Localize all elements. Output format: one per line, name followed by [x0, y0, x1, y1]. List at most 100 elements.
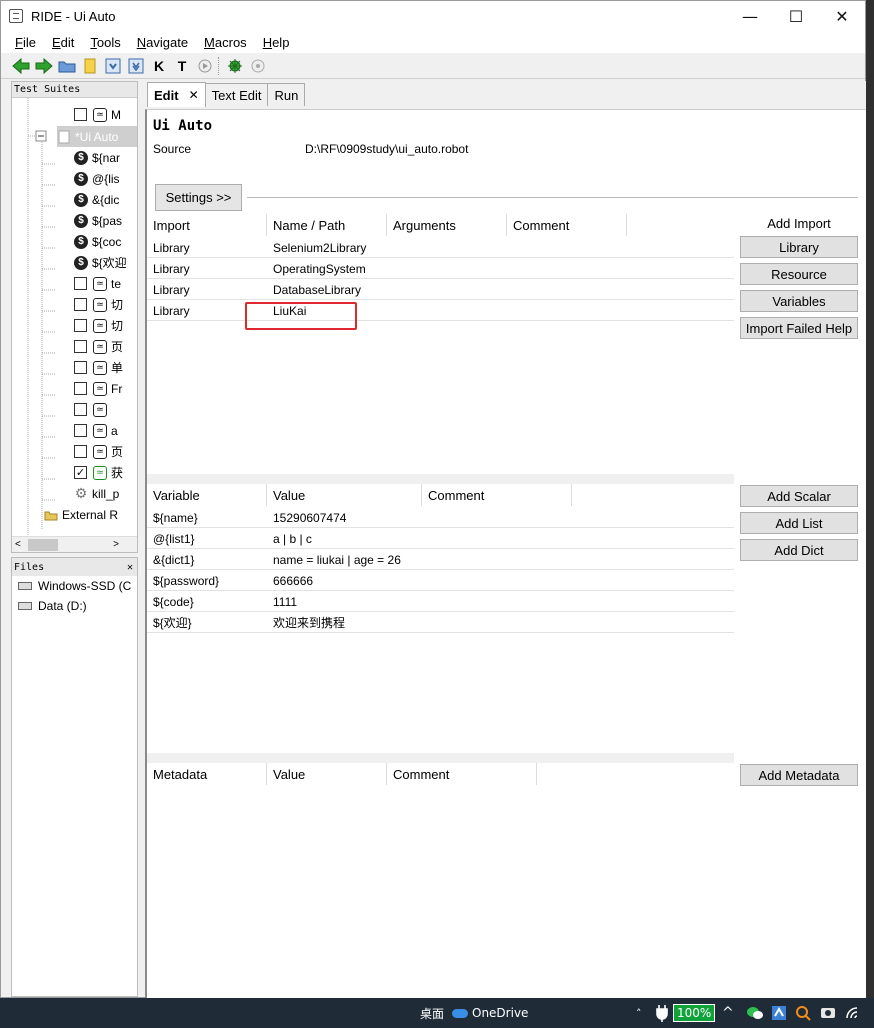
tree-test-case[interactable]: ≃ te	[74, 273, 121, 294]
tree-checkbox[interactable]	[74, 319, 87, 332]
variable-row[interactable]: ${name} 15290607474	[147, 507, 734, 528]
import-failed-help-button[interactable]: Import Failed Help	[740, 317, 858, 339]
drive-item[interactable]: Windows-SSD (C	[12, 576, 137, 596]
menu-help[interactable]: Help	[263, 35, 290, 50]
files-close-icon[interactable]: ✕	[127, 562, 133, 573]
tab-text-edit[interactable]: Text Edit	[204, 83, 269, 106]
col-value: Value	[267, 484, 422, 506]
tree-variable[interactable]: $ @{lis	[74, 168, 120, 189]
scroll-thumb[interactable]	[28, 539, 58, 551]
settings-toggle-button[interactable]: Settings >>	[155, 184, 242, 211]
tree-test-case[interactable]: ≃	[74, 399, 111, 420]
close-button[interactable]: ✕	[819, 1, 865, 31]
tree-test-case[interactable]: ≃ 切	[74, 315, 123, 336]
tree-checkbox[interactable]	[74, 403, 87, 416]
suite-file-icon	[57, 130, 71, 144]
tree-test-case-selected[interactable]: ✓ ≃ 获	[74, 462, 123, 483]
scroll-left-arrow[interactable]: <	[15, 539, 21, 550]
tree-checkbox[interactable]	[74, 382, 87, 395]
run-icon[interactable]	[195, 56, 215, 76]
tab-close-icon[interactable]: ✕	[189, 88, 199, 102]
variables-grid-header: Variable Value Comment	[147, 484, 734, 506]
taskbar-desktop[interactable]: 桌面	[420, 998, 444, 1028]
minimize-button[interactable]: —	[727, 1, 773, 31]
dollar-icon: $	[74, 255, 88, 270]
tab-run[interactable]: Run	[267, 83, 306, 106]
tree-test-case[interactable]: ≃ a	[74, 420, 118, 441]
add-list-button[interactable]: Add List	[740, 512, 858, 534]
forward-arrow-icon[interactable]	[34, 56, 54, 76]
tree-checkbox[interactable]	[74, 340, 87, 353]
onedrive-item[interactable]: OneDrive	[452, 998, 528, 1028]
menu-navigate[interactable]: Navigate	[137, 35, 188, 50]
tab-edit[interactable]: Edit ✕	[147, 82, 206, 107]
import-row[interactable]: Library DatabaseLibrary	[147, 279, 734, 300]
col-name-path: Name / Path	[267, 214, 387, 236]
chevron-up-icon[interactable]: ˄	[636, 998, 642, 1028]
tree-checkbox[interactable]	[74, 424, 87, 437]
search-tray-icon[interactable]	[795, 998, 811, 1028]
tree-test-case[interactable]: ≃ M	[74, 104, 121, 125]
tree-test-case[interactable]: ≃ 页	[74, 441, 123, 462]
tree-checkbox[interactable]	[74, 361, 87, 374]
test-search-icon[interactable]: T	[172, 56, 192, 76]
import-resource-button[interactable]: Resource	[740, 263, 858, 285]
menu-file[interactable]: File	[15, 35, 36, 50]
variable-row[interactable]: @{list1} a | b | c	[147, 528, 734, 549]
metadata-grid-bg	[147, 763, 734, 999]
import-row[interactable]: Library LiuKai	[147, 300, 734, 321]
battery-indicator[interactable]: 100%	[673, 998, 716, 1028]
debug-bug-icon[interactable]	[225, 56, 245, 76]
import-row[interactable]: Library OperatingSystem	[147, 258, 734, 279]
tree-checkbox[interactable]	[74, 445, 87, 458]
add-dict-button[interactable]: Add Dict	[740, 539, 858, 561]
variable-row[interactable]: ${password} 666666	[147, 570, 734, 591]
variable-row[interactable]: ${code} 1111	[147, 591, 734, 612]
back-arrow-icon[interactable]	[11, 56, 31, 76]
folder-icon	[44, 508, 58, 522]
tree-variable[interactable]: $ &{dic	[74, 189, 119, 210]
open-folder-icon[interactable]	[57, 56, 77, 76]
import-library-button[interactable]: Library	[740, 236, 858, 258]
tree-variable[interactable]: $ ${pas	[74, 210, 122, 231]
menu-macros[interactable]: Macros	[204, 35, 247, 50]
tree-external-resources[interactable]: External R	[44, 504, 118, 525]
tray-app-icon[interactable]	[771, 998, 787, 1028]
tray-app2-icon[interactable]	[820, 998, 836, 1028]
add-scalar-button[interactable]: Add Scalar	[740, 485, 858, 507]
col-comment: Comment	[387, 763, 537, 785]
import-row[interactable]: Library Selenium2Library	[147, 237, 734, 258]
new-file-icon[interactable]	[80, 56, 100, 76]
maximize-button[interactable]: ☐	[773, 1, 819, 31]
tree-test-case[interactable]: ≃ 切	[74, 294, 123, 315]
variable-row[interactable]: ${欢迎} 欢迎来到携程	[147, 612, 734, 633]
save-icon[interactable]	[103, 56, 123, 76]
stop-icon[interactable]	[248, 56, 268, 76]
tree-test-case[interactable]: ≃ 单	[74, 357, 123, 378]
menu-edit[interactable]: Edit	[52, 35, 74, 50]
tree-checkbox[interactable]	[74, 108, 87, 121]
variable-row[interactable]: &{dict1} name = liukai | age = 26	[147, 549, 734, 570]
tree-variable[interactable]: $ ${nar	[74, 147, 120, 168]
scroll-right-arrow[interactable]: >	[113, 539, 119, 550]
wechat-icon[interactable]	[746, 998, 764, 1028]
drive-item[interactable]: Data (D:)	[12, 596, 137, 616]
add-metadata-button[interactable]: Add Metadata	[740, 764, 858, 786]
tree-variable[interactable]: $ ${coc	[74, 231, 121, 252]
import-variables-button[interactable]: Variables	[740, 290, 858, 312]
tree-keyword[interactable]: ⚙ kill_p	[74, 483, 120, 504]
tree-suite-ui-auto[interactable]: *Ui Auto	[57, 126, 137, 147]
tree-test-case[interactable]: ≃ Fr	[74, 378, 122, 399]
tree-test-case[interactable]: ≃ 页	[74, 336, 123, 357]
save-all-icon[interactable]	[126, 56, 146, 76]
expand-tray-icon[interactable]: ^	[722, 998, 734, 1028]
toolbar-separator	[218, 56, 222, 75]
tree-horizontal-scrollbar[interactable]: < >	[12, 536, 137, 552]
tree-checkbox[interactable]	[74, 277, 87, 290]
menu-tools[interactable]: Tools	[90, 35, 120, 50]
keyword-search-icon[interactable]: K	[149, 56, 169, 76]
tree-checkbox-checked[interactable]: ✓	[74, 466, 87, 479]
tree-variable[interactable]: $ ${欢迎	[74, 252, 127, 273]
wifi-icon[interactable]	[845, 998, 863, 1028]
tree-checkbox[interactable]	[74, 298, 87, 311]
